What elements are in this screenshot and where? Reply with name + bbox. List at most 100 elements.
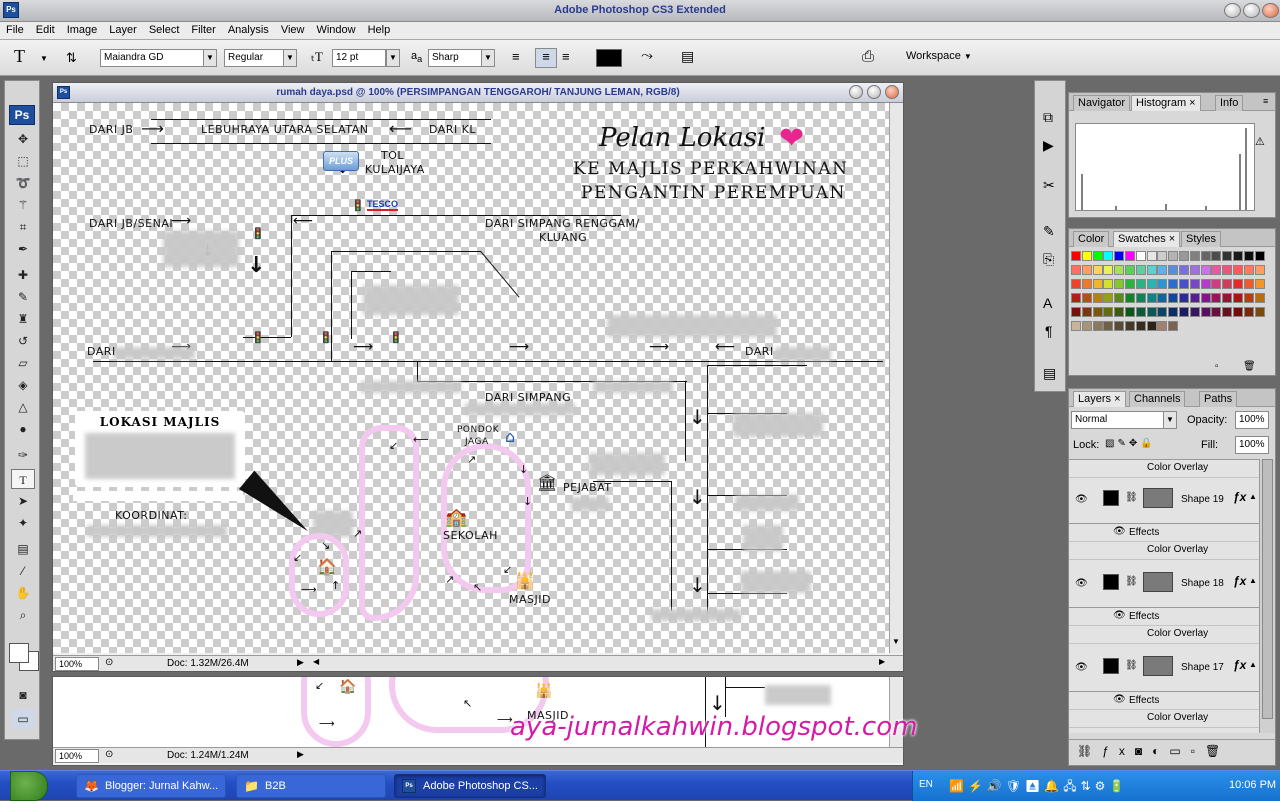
bridge-icon[interactable]: ⎙ <box>862 48 874 65</box>
swatch[interactable] <box>1103 307 1114 317</box>
swatch[interactable] <box>1092 321 1103 331</box>
swatch[interactable] <box>1125 279 1135 289</box>
swatch[interactable] <box>1211 293 1222 303</box>
menu-select[interactable]: Select <box>143 22 186 36</box>
blend-mode-field[interactable]: Normal <box>1071 411 1167 429</box>
hand-tool-icon[interactable]: ✋ <box>11 583 35 603</box>
swatch[interactable] <box>1103 251 1114 261</box>
layers-scrollbar[interactable] <box>1259 459 1275 733</box>
effects-eye-icon[interactable]: 👁 <box>1113 610 1126 621</box>
swatch[interactable] <box>1157 279 1168 289</box>
swatch[interactable] <box>1211 265 1222 275</box>
tab-channels[interactable]: Channels <box>1129 391 1186 407</box>
swatch[interactable] <box>1222 251 1233 261</box>
start-button[interactable] <box>10 771 48 801</box>
swatch[interactable] <box>1135 251 1146 261</box>
notes-tool-icon[interactable]: ▤ <box>11 539 35 559</box>
scroll-down-icon[interactable]: ▼ <box>892 637 900 646</box>
pen-tool-icon[interactable]: ✑ <box>11 445 35 465</box>
swatch[interactable] <box>1211 307 1222 317</box>
swatch[interactable] <box>1233 293 1243 303</box>
swatch[interactable] <box>1103 293 1114 303</box>
swatch[interactable] <box>1114 293 1125 303</box>
swatch[interactable] <box>1135 321 1146 331</box>
layers-footer-icons[interactable]: ⛓ƒx◙◐▭▫🗑 <box>1069 739 1275 765</box>
swatch[interactable] <box>1071 265 1081 275</box>
swatch[interactable] <box>1071 307 1081 317</box>
fx-icon[interactable]: ƒx <box>1233 658 1246 672</box>
doc-maximize-button[interactable] <box>867 85 881 99</box>
layer-color-thumb[interactable] <box>1103 658 1119 674</box>
swatch[interactable] <box>1233 307 1243 317</box>
swatch[interactable] <box>1189 293 1200 303</box>
tab-swatches[interactable]: Swatches × <box>1113 231 1181 247</box>
actions-panel-icon[interactable]: ▶ <box>1043 137 1054 154</box>
swatch[interactable] <box>1233 279 1243 289</box>
swatch[interactable] <box>1179 265 1189 275</box>
swatch[interactable] <box>1233 265 1243 275</box>
swatch[interactable] <box>1081 251 1092 261</box>
scroll-right-icon[interactable]: ▶ <box>879 657 885 666</box>
effects-line[interactable]: 👁 Effects <box>1069 524 1259 542</box>
swatch[interactable] <box>1243 307 1254 317</box>
swatch[interactable] <box>1179 293 1189 303</box>
history-brush-tool-icon[interactable]: ↺ <box>11 331 35 351</box>
swatch[interactable] <box>1081 279 1092 289</box>
swatch[interactable] <box>1189 307 1200 317</box>
character-panel-icon[interactable]: A <box>1043 295 1052 311</box>
swatch[interactable] <box>1125 293 1135 303</box>
paragraph-panel-icon[interactable]: ¶ <box>1045 323 1053 339</box>
font-style-dropdown[interactable]: ▼ <box>283 49 297 67</box>
effects-eye-icon[interactable]: 👁 <box>1113 694 1126 705</box>
font-size-dropdown[interactable]: ▼ <box>386 49 400 67</box>
clone-source-icon[interactable]: ⎘ <box>1043 251 1054 268</box>
swatch[interactable] <box>1168 279 1179 289</box>
swatch[interactable] <box>1146 307 1157 317</box>
swatch[interactable] <box>1092 279 1103 289</box>
swatch[interactable] <box>1168 307 1179 317</box>
screen-mode-icon[interactable]: ▭ <box>11 709 35 729</box>
swatch[interactable] <box>1071 321 1081 331</box>
swatch[interactable] <box>1114 251 1125 261</box>
warp-text-icon[interactable]: ⤳ <box>641 47 653 64</box>
swatch[interactable] <box>1081 307 1092 317</box>
swatch[interactable] <box>1233 251 1243 261</box>
swatch[interactable] <box>1146 293 1157 303</box>
align-right-icon[interactable]: ≡ <box>562 49 580 67</box>
swatch[interactable] <box>1157 321 1168 331</box>
swatch[interactable] <box>1189 279 1200 289</box>
eye-icon[interactable]: 👁 <box>1075 578 1088 589</box>
dodge-tool-icon[interactable]: ● <box>11 419 35 439</box>
font-size-field[interactable]: 12 pt <box>332 49 386 67</box>
eraser-tool-icon[interactable]: ▱ <box>11 353 35 373</box>
swatch[interactable] <box>1071 293 1081 303</box>
swatch[interactable] <box>1157 265 1168 275</box>
tab-paths[interactable]: Paths <box>1199 391 1238 407</box>
layer-row[interactable]: 👁 ⛓ Shape 17 ƒx ▲ <box>1069 646 1259 692</box>
status-menu-icon[interactable]: ⊙ <box>105 657 113 668</box>
swatch[interactable] <box>1114 279 1125 289</box>
foreground-color-swatch[interactable] <box>9 643 29 663</box>
swatch[interactable] <box>1157 307 1168 317</box>
swatch[interactable] <box>1254 293 1265 303</box>
menu-layer[interactable]: Layer <box>103 22 143 36</box>
crop-tool-icon[interactable]: ⌗ <box>11 217 35 237</box>
swatch[interactable] <box>1081 293 1092 303</box>
brush-tool-icon[interactable]: ✎ <box>11 287 35 307</box>
tool-preset-arrow-icon[interactable]: ▼ <box>40 54 48 63</box>
swatch[interactable] <box>1125 265 1135 275</box>
fx-icon[interactable]: ƒx <box>1233 490 1246 504</box>
effects-eye-icon[interactable]: 👁 <box>1113 526 1126 537</box>
swatch[interactable] <box>1211 279 1222 289</box>
clone-stamp-tool-icon[interactable]: ♜ <box>11 309 35 329</box>
swatch[interactable] <box>1168 321 1179 331</box>
menu-analysis[interactable]: Analysis <box>222 22 275 36</box>
color-overlay-line[interactable]: Color Overlay <box>1069 710 1259 728</box>
workspace-menu[interactable]: Workspace ▼ <box>898 46 976 66</box>
menu-image[interactable]: Image <box>61 22 104 36</box>
swatch[interactable] <box>1103 279 1114 289</box>
brushes-panel-icon[interactable]: ✎ <box>1043 223 1055 240</box>
swatch[interactable] <box>1222 307 1233 317</box>
lock-icons[interactable]: ▧✎✥🔒 <box>1105 438 1156 449</box>
font-style-field[interactable]: Regular <box>224 49 284 67</box>
